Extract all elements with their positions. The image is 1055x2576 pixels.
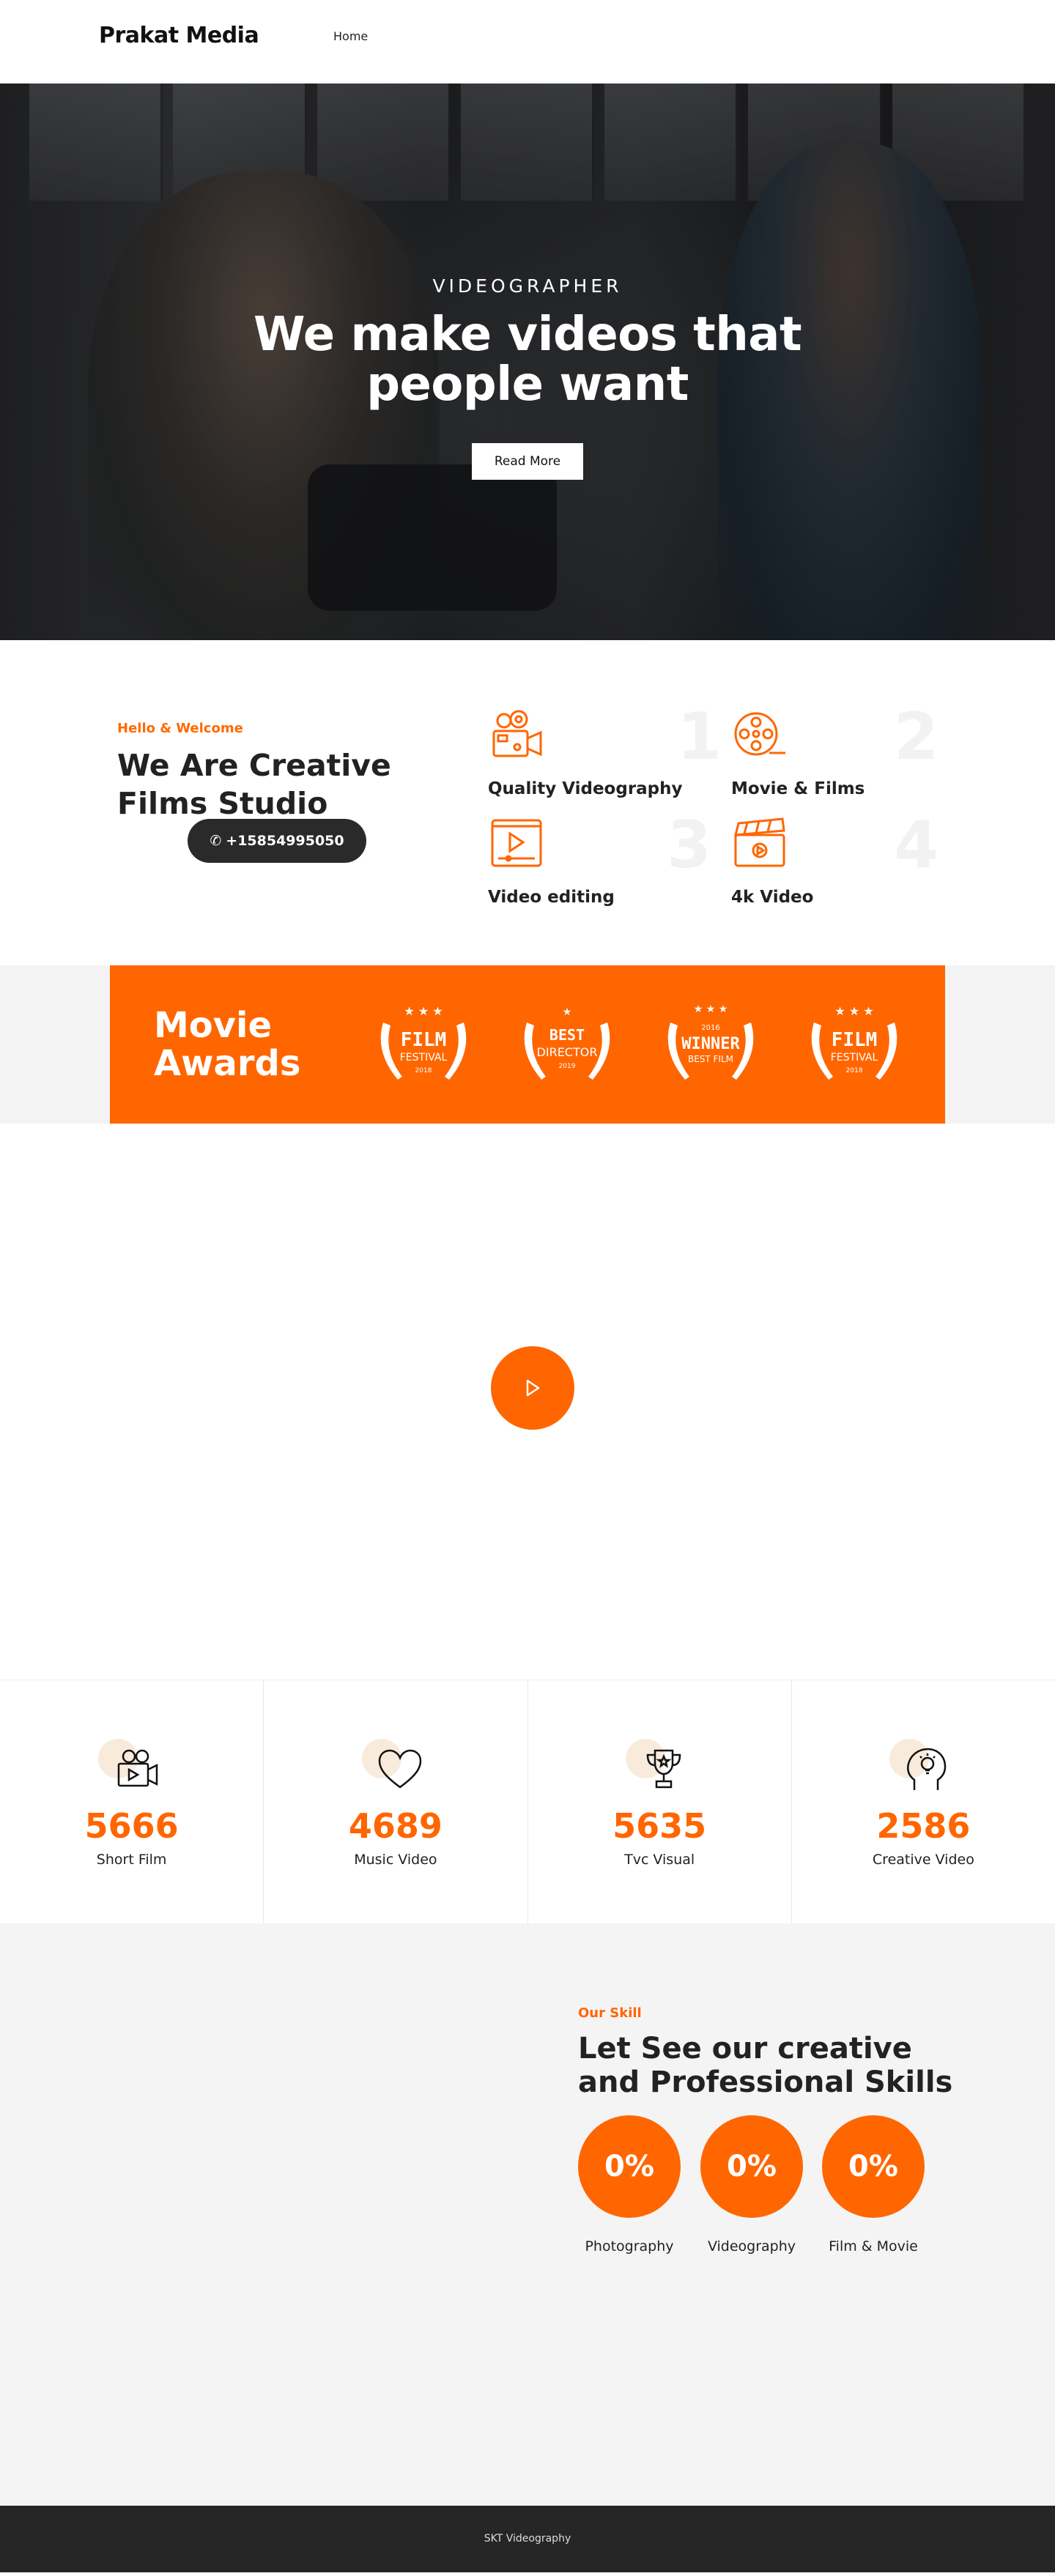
feature-number: 2 <box>894 699 939 774</box>
welcome-section: Hello & Welcome We Are Creative Films St… <box>0 640 1055 965</box>
feature-label: Quality Videography <box>488 779 683 798</box>
play-icon <box>526 1379 540 1397</box>
welcome-eyebrow: Hello & Welcome <box>117 721 243 736</box>
skill-label: Photography <box>585 2238 674 2254</box>
play-video-button[interactable] <box>491 1346 574 1430</box>
stat-label: Short Film <box>96 1852 167 1868</box>
stat-label: Tvc Visual <box>624 1852 695 1868</box>
hero-content: VIDEOGRAPHER We make videos that people … <box>0 275 1055 480</box>
awards-box: Movie Awards ★ ★ ★ FILM FESTIVAL 2018 ★ … <box>110 965 945 1124</box>
svg-text:FILM: FILM <box>832 1029 878 1051</box>
svg-text:WINNER: WINNER <box>681 1035 740 1053</box>
svg-text:BEST: BEST <box>549 1026 585 1044</box>
clapperboard-icon <box>734 817 785 867</box>
svg-text:★: ★ <box>563 1006 572 1018</box>
hero-title: We make videos that people want <box>253 308 802 412</box>
award-badge-winner: ★ ★ ★ 2016 WINNER BEST FILM <box>667 1003 754 1080</box>
video-camera-icon <box>492 710 542 757</box>
video-section <box>0 1124 1055 1680</box>
feature-number: 4 <box>894 807 939 883</box>
skill-label: Videography <box>707 2238 796 2254</box>
svg-text:2018: 2018 <box>415 1067 432 1074</box>
skill-photography: 0% Photography <box>578 2115 681 2254</box>
trophy-icon <box>646 1749 681 1789</box>
footer-text: SKT Videography <box>484 2533 571 2545</box>
svg-text:DIRECTOR: DIRECTOR <box>537 1045 598 1059</box>
svg-text:FILM: FILM <box>401 1029 447 1051</box>
award-badge-film-festival-2: ★ ★ ★ FILM FESTIVAL 2018 <box>811 1004 897 1080</box>
stat-value: 4689 <box>348 1806 443 1846</box>
skill-percent: 0% <box>700 2115 803 2218</box>
svg-text:BEST FILM: BEST FILM <box>688 1054 733 1064</box>
heart-icon <box>378 1749 422 1789</box>
site-logo[interactable]: Prakat Media <box>99 23 259 48</box>
skill-percent: 0% <box>822 2115 925 2218</box>
hero-subtitle: VIDEOGRAPHER <box>432 275 623 297</box>
stat-tvc-visual: 5635 Tvc Visual <box>528 1680 792 1923</box>
feature-video-editing: 3 Video editing <box>488 807 711 918</box>
feature-number: 3 <box>667 807 712 883</box>
stat-label: Creative Video <box>872 1852 974 1868</box>
skills-section: Our Skill Let See our creative and Profe… <box>0 1923 1055 2506</box>
svg-text:2018: 2018 <box>846 1067 863 1074</box>
skills-title: Let See our creative and Professional Sk… <box>578 2032 953 2099</box>
stat-label: Music Video <box>354 1852 437 1868</box>
stat-short-film: 5666 Short Film <box>0 1680 264 1923</box>
stats-section: 5666 Short Film 4689 Music Video 5635 Tv… <box>0 1680 1055 1923</box>
hero-section: VIDEOGRAPHER We make videos that people … <box>0 83 1055 640</box>
award-badge-best-director: ★ BEST DIRECTOR 2019 <box>524 1006 610 1080</box>
nav-item-home[interactable]: Home <box>333 29 368 43</box>
phone-icon: ✆ <box>210 833 222 849</box>
site-footer: SKT Videography <box>0 2506 1055 2572</box>
award-badge-film-festival: ★ ★ ★ FILM FESTIVAL 2018 <box>380 1004 467 1080</box>
feature-number: 1 <box>677 699 722 774</box>
skill-videography: 0% Videography <box>700 2115 803 2254</box>
feature-4k-video: 4 4k Video <box>731 807 951 918</box>
svg-text:FESTIVAL: FESTIVAL <box>400 1052 448 1064</box>
stat-music-video: 4689 Music Video <box>264 1680 528 1923</box>
svg-text:2016: 2016 <box>701 1024 719 1032</box>
phone-button[interactable]: ✆ +15854995050 <box>188 819 366 863</box>
awards-title: Movie Awards <box>154 1005 301 1084</box>
stat-value: 5635 <box>612 1806 707 1846</box>
svg-text:★ ★ ★: ★ ★ ★ <box>834 1004 873 1018</box>
idea-head-icon <box>907 1748 947 1790</box>
svg-text:FESTIVAL: FESTIVAL <box>831 1052 878 1064</box>
feature-label: Video editing <box>488 888 615 907</box>
video-player-icon <box>491 819 542 867</box>
stat-creative-video: 2586 Creative Video <box>792 1680 1055 1923</box>
read-more-button[interactable]: Read More <box>472 443 583 480</box>
welcome-title: We Are Creative Films Studio <box>117 748 391 821</box>
skill-film-movie: 0% Film & Movie <box>822 2115 925 2254</box>
awards-section: Movie Awards ★ ★ ★ FILM FESTIVAL 2018 ★ … <box>0 965 1055 1124</box>
feature-movie-films: 2 Movie & Films <box>731 699 951 810</box>
feature-quality-videography: 1 Quality Videography <box>488 699 722 810</box>
phone-number: +15854995050 <box>226 833 344 849</box>
svg-text:2019: 2019 <box>559 1063 576 1070</box>
feature-label: 4k Video <box>731 888 814 907</box>
movie-camera-icon <box>117 1749 158 1787</box>
skill-percent: 0% <box>578 2115 681 2218</box>
site-header: Prakat Media Home <box>0 0 1055 83</box>
feature-label: Movie & Films <box>731 779 865 798</box>
stat-value: 5666 <box>84 1806 179 1846</box>
skills-eyebrow: Our Skill <box>578 2005 642 2021</box>
film-reel-icon <box>734 712 785 756</box>
stat-value: 2586 <box>876 1806 971 1846</box>
svg-text:★ ★ ★: ★ ★ ★ <box>694 1003 728 1015</box>
skill-label: Film & Movie <box>829 2238 918 2254</box>
svg-text:★ ★ ★: ★ ★ ★ <box>404 1004 443 1018</box>
